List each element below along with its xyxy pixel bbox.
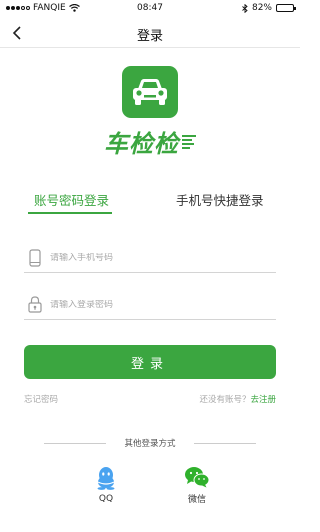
page-title: 登录: [136, 29, 163, 44]
forgot-password-link[interactable]: 忘记密码: [24, 393, 58, 405]
qq-login-button[interactable]: QQ: [86, 466, 126, 504]
battery-percent: 82%: [251, 3, 272, 13]
register-prompt: 还没有账号？去注册: [199, 393, 276, 405]
qq-icon: [97, 467, 115, 490]
speed-lines-icon: [182, 134, 196, 149]
app-logo: 车检检: [0, 66, 300, 159]
register-link[interactable]: 去注册: [250, 395, 276, 405]
battery-icon: [276, 4, 296, 12]
qq-label: QQ: [98, 494, 114, 504]
phone-field: [24, 243, 276, 273]
logo-wordmark: 车检检: [104, 124, 196, 159]
password-input[interactable]: [50, 299, 260, 310]
login-tabs: 账号密码登录 手机号快捷登录: [0, 190, 300, 216]
lock-icon: [24, 294, 46, 316]
other-login-divider: 其他登录方式: [0, 437, 300, 449]
status-right-group: 82%: [242, 3, 296, 13]
active-tab-indicator: [28, 212, 112, 214]
divider-line-right: [194, 443, 256, 444]
tab-account-password[interactable]: 账号密码登录: [34, 190, 109, 209]
tab-phone-quick[interactable]: 手机号快捷登录: [176, 190, 264, 209]
bluetooth-icon: [242, 3, 248, 13]
wechat-login-button[interactable]: 微信: [177, 466, 217, 505]
phone-icon: [24, 247, 46, 269]
password-field: [24, 290, 276, 320]
status-bar: FANQIE 08:47 82%: [0, 0, 300, 18]
phone-input[interactable]: [50, 252, 260, 263]
car-logo-icon: [122, 66, 178, 118]
logo-text: 车检检: [104, 130, 179, 158]
wechat-label: 微信: [187, 495, 206, 505]
login-button[interactable]: 登录: [24, 345, 276, 379]
navigation-bar: 登录: [0, 18, 300, 48]
wechat-icon: [185, 467, 210, 488]
no-account-text: 还没有账号？: [199, 395, 251, 405]
